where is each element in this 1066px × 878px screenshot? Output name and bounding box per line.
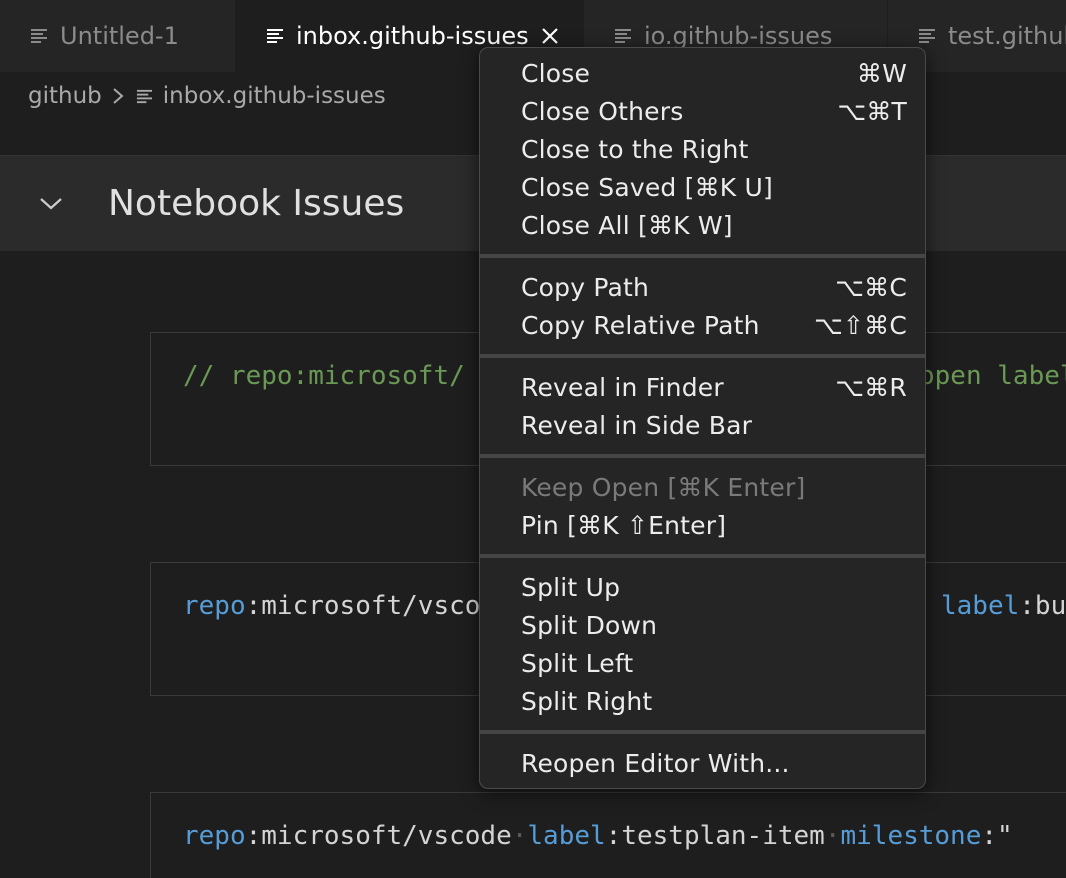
menu-item-shortcut: ⌥⇧⌘C xyxy=(813,310,907,340)
menu-item-split-up[interactable]: Split Up xyxy=(480,568,925,606)
menu-item-label: Close All [⌘K W] xyxy=(521,210,733,240)
menu-separator xyxy=(480,444,925,468)
close-icon[interactable] xyxy=(541,27,559,45)
code-text: :microsoft/vsco xyxy=(245,591,481,621)
menu-separator xyxy=(480,344,925,368)
menu-item-label: Copy Path xyxy=(521,272,650,302)
menu-item-label: Split Right xyxy=(521,686,653,716)
tab-context-menu: Close ⌘W Close Others ⌥⌘T Close to the Rig… xyxy=(479,47,926,789)
menu-item-close-to-the-right[interactable]: Close to the Right xyxy=(480,130,925,168)
menu-item-split-down[interactable]: Split Down xyxy=(480,606,925,644)
breadcrumb-file[interactable]: inbox.github-issues xyxy=(163,83,386,109)
menu-item-keep-open: Keep Open [⌘K Enter] xyxy=(480,468,925,506)
menu-item-label: Split Down xyxy=(521,610,658,640)
cell-code-tail: label:bu xyxy=(941,591,1066,621)
code-text: :bu xyxy=(1019,591,1066,621)
menu-item-shortcut: ⌘W xyxy=(856,58,907,88)
menu-item-label: Close Others xyxy=(521,96,684,126)
menu-item-close-others[interactable]: Close Others ⌥⌘T xyxy=(480,92,925,130)
notebook-title: Notebook Issues xyxy=(108,183,405,224)
menu-item-label: Keep Open [⌘K Enter] xyxy=(521,472,806,502)
tab-label: io.github-issues xyxy=(644,22,833,50)
tab-untitled-1[interactable]: Untitled-1 xyxy=(0,0,236,72)
lines-file-icon xyxy=(918,27,936,45)
code-keyword: label xyxy=(941,591,1020,621)
menu-item-close-saved[interactable]: Close Saved [⌘K U] xyxy=(480,168,925,206)
cell-code: repo:microsoft/vscode·label:testplan-ite… xyxy=(183,821,1013,851)
cell-code: repo:microsoft/vsco xyxy=(183,591,480,621)
lines-file-icon xyxy=(266,27,284,45)
tab-label: inbox.github-issues xyxy=(296,22,529,50)
menu-item-close-all[interactable]: Close All [⌘K W] xyxy=(480,206,925,244)
menu-item-reopen-editor-with[interactable]: Reopen Editor With... xyxy=(480,744,925,782)
menu-separator xyxy=(480,720,925,744)
code-keyword: repo xyxy=(183,821,246,851)
cell-code-tail: open label xyxy=(919,361,1066,391)
menu-item-copy-path[interactable]: Copy Path ⌥⌘C xyxy=(480,268,925,306)
code-text: :" xyxy=(981,821,1013,851)
menu-item-label: Copy Relative Path xyxy=(521,310,760,340)
lines-file-icon xyxy=(136,88,153,105)
menu-item-label: Split Up xyxy=(521,572,621,602)
code-space: · xyxy=(824,821,841,851)
code-keyword: label xyxy=(527,821,606,851)
menu-item-label: Reopen Editor With... xyxy=(521,748,790,778)
menu-item-close[interactable]: Close ⌘W xyxy=(480,54,925,92)
menu-item-reveal-in-finder[interactable]: Reveal in Finder ⌥⌘R xyxy=(480,368,925,406)
tab-label: Untitled-1 xyxy=(60,22,179,50)
tab-label: test.github-issues xyxy=(948,22,1066,50)
menu-item-shortcut: ⌥⌘T xyxy=(837,96,907,126)
cell-code: // repo:microsoft/ xyxy=(183,361,465,391)
chevron-down-icon[interactable] xyxy=(38,190,64,216)
menu-item-split-left[interactable]: Split Left xyxy=(480,644,925,682)
query-cell[interactable]: repo:microsoft/vscode·label:testplan-ite… xyxy=(150,792,1066,878)
menu-item-label: Reveal in Side Bar xyxy=(521,410,753,440)
lines-file-icon xyxy=(614,27,632,45)
code-comment-tail: open label xyxy=(919,361,1066,391)
menu-item-shortcut: ⌥⌘C xyxy=(835,272,907,302)
menu-item-split-right[interactable]: Split Right xyxy=(480,682,925,720)
code-comment: // repo:microsoft/ xyxy=(183,361,465,391)
chevron-right-icon xyxy=(112,87,124,105)
menu-item-label: Close xyxy=(521,58,591,88)
menu-item-label: Close to the Right xyxy=(521,134,749,164)
breadcrumb-folder[interactable]: github xyxy=(28,83,102,109)
menu-item-reveal-in-side-bar[interactable]: Reveal in Side Bar xyxy=(480,406,925,444)
menu-item-pin[interactable]: Pin [⌘K ⇧Enter] xyxy=(480,506,925,544)
menu-item-label: Pin [⌘K ⇧Enter] xyxy=(521,510,727,540)
menu-separator xyxy=(480,244,925,268)
menu-item-label: Close Saved [⌘K U] xyxy=(521,172,773,202)
code-text: :microsoft/vscode xyxy=(245,821,512,851)
lines-file-icon xyxy=(30,27,48,45)
menu-separator xyxy=(480,544,925,568)
code-keyword: repo xyxy=(183,591,246,621)
menu-item-copy-relative-path[interactable]: Copy Relative Path ⌥⇧⌘C xyxy=(480,306,925,344)
menu-item-shortcut: ⌥⌘R xyxy=(835,372,907,402)
menu-item-label: Split Left xyxy=(521,648,634,678)
code-text: :testplan-item xyxy=(605,821,825,851)
code-keyword: milestone xyxy=(840,821,982,851)
menu-item-label: Reveal in Finder xyxy=(521,372,724,402)
code-space: · xyxy=(511,821,528,851)
